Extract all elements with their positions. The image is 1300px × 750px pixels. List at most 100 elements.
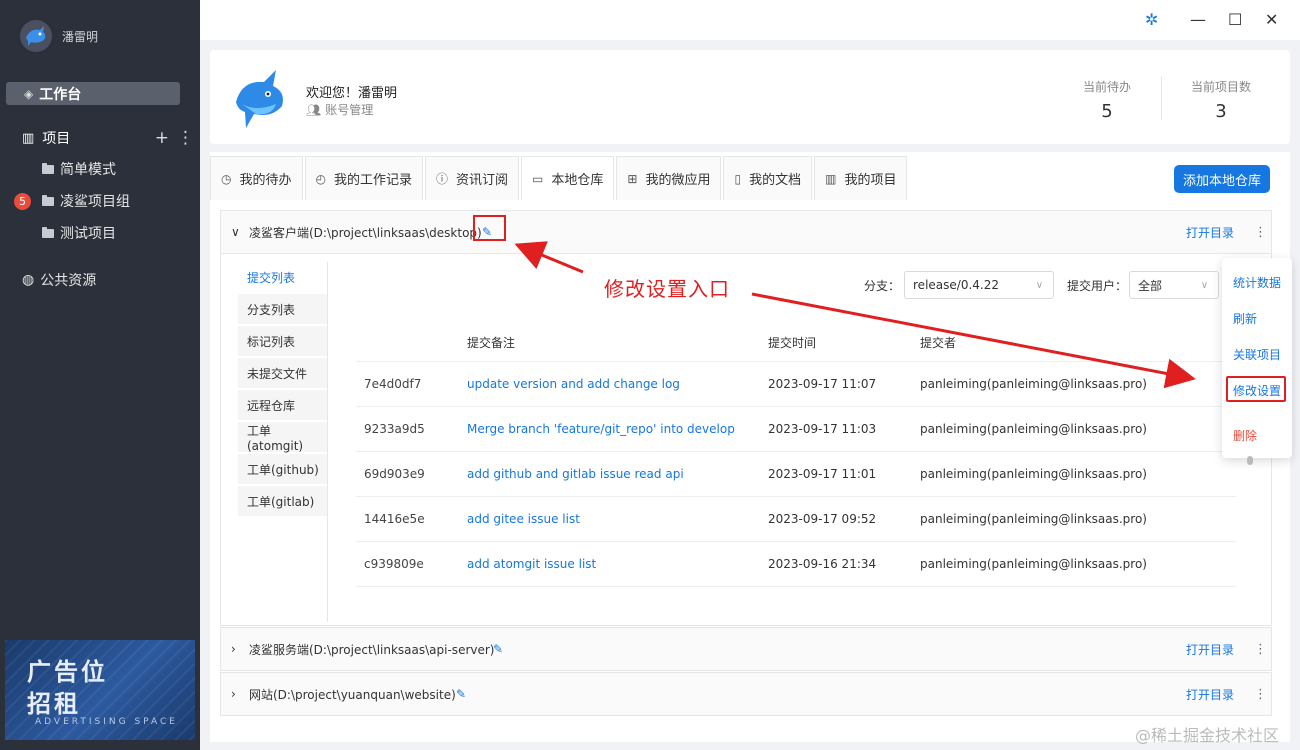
open-directory-link[interactable]: 打开目录 xyxy=(1186,686,1234,703)
nav-public-resources[interactable]: ◍ 公共资源 xyxy=(22,270,96,290)
todo-stat[interactable]: 当前待办 5 xyxy=(1080,78,1134,122)
chevron-right-icon[interactable]: › xyxy=(231,687,236,701)
edit-pencil-icon[interactable]: ✎ xyxy=(456,687,466,701)
nav-workbench[interactable]: ◈ 工作台 xyxy=(6,82,180,105)
user-filter: 提交用户： 全部 ∨ xyxy=(1067,271,1220,299)
user-select[interactable]: 全部 ∨ xyxy=(1129,271,1220,299)
commit-author: panleiming(panleiming@linksaas.pro) xyxy=(920,422,1147,436)
highlight-box xyxy=(1226,376,1286,402)
table-row: 9233a9d5 Merge branch 'feature/git_repo'… xyxy=(356,407,1236,452)
side-tab-issues-github[interactable]: 工单(github) xyxy=(238,454,328,486)
folder-icon: ▭ xyxy=(532,171,544,186)
tab-label: 本地仓库 xyxy=(551,173,604,188)
tab-label: 我的文档 xyxy=(749,173,802,188)
todo-value: 5 xyxy=(1101,101,1113,122)
menu-item-delete[interactable]: 删除 xyxy=(1233,427,1257,444)
tab-label: 我的微应用 xyxy=(645,173,711,188)
ad-banner[interactable]: 广告位 招租 ADVERTISING SPACE xyxy=(5,640,195,740)
open-directory-link[interactable]: 打开目录 xyxy=(1186,641,1234,658)
repo-header[interactable]: › 凌鲨服务端(D:\project\linksaas\api-server) … xyxy=(220,627,1272,671)
side-tab-issues-atomgit[interactable]: 工单(atomgit) xyxy=(238,422,328,454)
tab-local-repo[interactable]: ▭ 本地仓库 xyxy=(521,156,615,200)
user-value: 全部 xyxy=(1138,278,1163,293)
globe-icon: ◍ xyxy=(22,272,35,288)
add-project-icon[interactable]: + xyxy=(155,128,169,148)
commit-author: panleiming(panleiming@linksaas.pro) xyxy=(920,512,1147,526)
project-item-test[interactable]: 测试项目 xyxy=(42,223,116,243)
side-tab-branches[interactable]: 分支列表 xyxy=(238,294,328,326)
stat-divider xyxy=(1161,76,1162,120)
side-tab-uncommitted[interactable]: 未提交文件 xyxy=(238,358,328,390)
commit-hash: 14416e5e xyxy=(364,512,425,526)
shark-logo-icon xyxy=(26,26,46,46)
project-count-stat[interactable]: 当前项目数 3 xyxy=(1188,78,1254,122)
tab-news-subscription[interactable]: ⓘ 资讯订阅 xyxy=(425,156,520,200)
chevron-down-icon[interactable]: ∨ xyxy=(231,225,240,239)
table-header: 提交备注 提交时间 提交者 xyxy=(356,324,1236,362)
branch-label: 分支： xyxy=(864,278,901,293)
maximize-icon[interactable]: ☐ xyxy=(1228,10,1242,29)
minimize-icon[interactable]: — xyxy=(1190,10,1206,29)
nav-public-label: 公共资源 xyxy=(40,273,97,289)
add-local-repo-button[interactable]: 添加本地仓库 xyxy=(1174,165,1270,193)
repo-header[interactable]: ∨ 凌鲨客户端(D:\project\linksaas\desktop) ✎ 打… xyxy=(220,210,1272,254)
commit-message-link[interactable]: Merge branch 'feature/git_repo' into dev… xyxy=(467,422,735,436)
side-tab-issues-gitlab[interactable]: 工单(gitlab) xyxy=(238,486,328,518)
commit-message-link[interactable]: add gitee issue list xyxy=(467,512,580,526)
tab-my-projects[interactable]: ▥ 我的项目 xyxy=(814,156,908,200)
user-profile[interactable]: 潘雷明 xyxy=(20,20,98,52)
account-manage-link[interactable]: 👥︎ 账号管理 xyxy=(306,101,373,118)
tab-label: 资讯订阅 xyxy=(456,173,509,188)
bug-icon[interactable]: ✲ xyxy=(1145,10,1158,29)
repo-title: 凌鲨客户端(D:\project\linksaas\desktop) xyxy=(249,225,482,240)
project-item-linksaas[interactable]: 凌鲨项目组 xyxy=(42,191,130,211)
table-row: c939809e add atomgit issue list 2023-09-… xyxy=(356,542,1236,587)
commit-hash: 7e4d0df7 xyxy=(364,377,422,391)
tab-bar: ◷ 我的待办 ◴ 我的工作记录 ⓘ 资讯订阅 ▭ 本地仓库 ⊞ 我的微应用 ▯ 我的文档 ▥… xyxy=(210,156,909,200)
branch-select[interactable]: release/0.4.22 ∨ xyxy=(904,271,1055,299)
repo-side-tabs: 提交列表 分支列表 标记列表 未提交文件 远程仓库 工单(atomgit) 工单… xyxy=(238,262,328,518)
menu-item-statistics[interactable]: 统计数据 xyxy=(1233,274,1281,291)
menu-item-refresh[interactable]: 刷新 xyxy=(1233,310,1257,327)
close-icon[interactable]: ✕ xyxy=(1265,10,1278,29)
tab-my-docs[interactable]: ▯ 我的文档 xyxy=(723,156,813,200)
info-icon: ⓘ xyxy=(436,172,449,186)
repo-title: 网站(D:\project\yuanquan\website) xyxy=(249,687,456,702)
watermark: @稀土掘金技术社区 xyxy=(1135,726,1280,745)
tab-my-todo[interactable]: ◷ 我的待办 xyxy=(210,156,303,200)
menu-item-link-project[interactable]: 关联项目 xyxy=(1233,346,1281,363)
clock-check-icon: ◷ xyxy=(221,171,232,186)
users-icon: 👥︎ xyxy=(306,102,322,117)
repo-header[interactable]: › 网站(D:\project\yuanquan\website) ✎ 打开目录… xyxy=(220,672,1272,716)
tab-my-apps[interactable]: ⊞ 我的微应用 xyxy=(616,156,722,200)
side-divider xyxy=(327,262,328,622)
scrollbar[interactable] xyxy=(1247,456,1253,465)
edit-pencil-icon[interactable]: ✎ xyxy=(493,642,503,656)
chevron-right-icon[interactable]: › xyxy=(231,642,236,656)
side-tab-remote[interactable]: 远程仓库 xyxy=(238,390,328,422)
history-icon: ◴ xyxy=(315,171,326,186)
more-vertical-icon[interactable]: ⋮ xyxy=(1254,225,1267,240)
tab-label: 我的待办 xyxy=(239,173,292,188)
header-author: 提交者 xyxy=(920,336,957,350)
commit-hash: 69d903e9 xyxy=(364,467,425,481)
folder-icon xyxy=(42,194,54,206)
avatar[interactable] xyxy=(20,20,52,52)
commit-hash: 9233a9d5 xyxy=(364,422,425,436)
side-tab-commits[interactable]: 提交列表 xyxy=(238,262,328,294)
side-tab-tags[interactable]: 标记列表 xyxy=(238,326,328,358)
commit-message-link[interactable]: add github and gitlab issue read api xyxy=(467,467,684,481)
tab-work-record[interactable]: ◴ 我的工作记录 xyxy=(304,156,423,200)
table-row: 69d903e9 add github and gitlab issue rea… xyxy=(356,452,1236,497)
more-vertical-icon[interactable]: ⋮ xyxy=(1254,642,1267,657)
open-directory-link[interactable]: 打开目录 xyxy=(1186,224,1234,241)
chevron-down-icon: ∨ xyxy=(1200,279,1209,291)
more-vertical-icon[interactable]: ⋮ xyxy=(177,128,194,148)
more-vertical-icon[interactable]: ⋮ xyxy=(1254,687,1267,702)
project-count-value: 3 xyxy=(1215,101,1227,122)
commit-message-link[interactable]: add atomgit issue list xyxy=(467,557,596,571)
project-item-simple[interactable]: 简单模式 xyxy=(42,159,116,179)
nav-projects[interactable]: ▥ 项目 + ⋮ xyxy=(22,128,194,148)
commit-message-link[interactable]: update version and add change log xyxy=(467,377,680,391)
repo-body: 提交列表 分支列表 标记列表 未提交文件 远程仓库 工单(atomgit) 工单… xyxy=(220,254,1272,626)
